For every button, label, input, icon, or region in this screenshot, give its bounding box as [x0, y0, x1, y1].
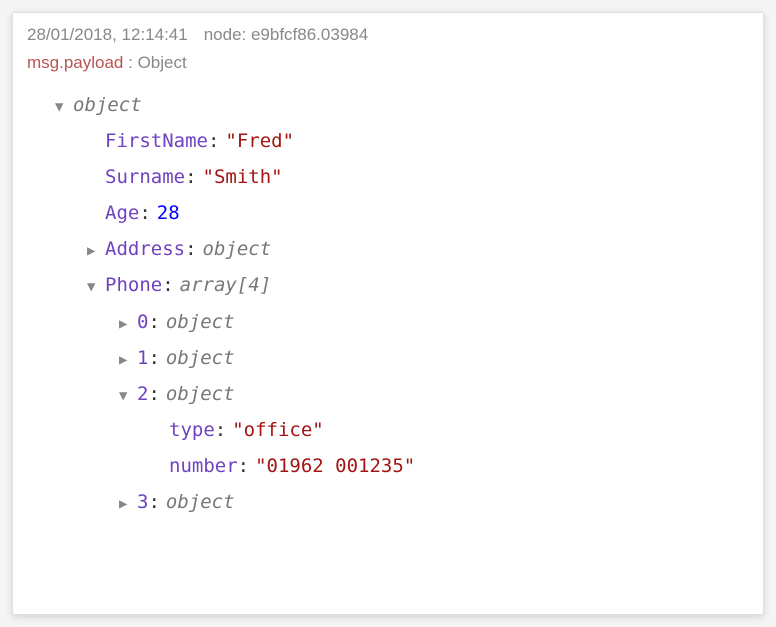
- caret-right-icon[interactable]: [119, 347, 137, 374]
- val-phone-type: array[4]: [180, 267, 272, 303]
- caret-right-icon[interactable]: [119, 311, 137, 338]
- key-surname: Surname: [105, 159, 185, 195]
- val-age: 28: [157, 195, 180, 231]
- val-surname: "Smith": [203, 159, 283, 195]
- caret-right-icon[interactable]: [87, 238, 105, 265]
- val-phone-2-type: object: [166, 376, 235, 412]
- tree-root[interactable]: object: [27, 87, 749, 123]
- val-phone-1-type: object: [166, 340, 235, 376]
- key-phone-2-type: type: [169, 412, 215, 448]
- key-address: Address: [105, 231, 185, 267]
- msg-path-line: msg.payload : Object: [27, 53, 749, 73]
- root-type-label: object: [73, 87, 142, 123]
- tree-row-phone-3[interactable]: 3: object: [27, 484, 749, 520]
- tree-row-phone-2-type[interactable]: type: "office": [27, 412, 749, 448]
- key-phone-2-number: number: [169, 448, 238, 484]
- msg-payload-type: Object: [138, 53, 187, 72]
- tree-row-phone[interactable]: Phone: array[4]: [27, 267, 749, 303]
- key-phone-1: 1: [137, 340, 148, 376]
- val-phone-2-type: "office": [232, 412, 324, 448]
- caret-down-icon[interactable]: [55, 94, 73, 121]
- debug-timestamp: 28/01/2018, 12:14:41: [27, 25, 188, 45]
- tree-row-phone-2-number[interactable]: number: "01962 001235": [27, 448, 749, 484]
- key-phone-3: 3: [137, 484, 148, 520]
- msg-path: msg.payload: [27, 53, 123, 72]
- tree-row-phone-2[interactable]: 2: object: [27, 376, 749, 412]
- tree-row-surname[interactable]: Surname: "Smith": [27, 159, 749, 195]
- tree-row-firstname[interactable]: FirstName: "Fred": [27, 123, 749, 159]
- val-phone-2-number: "01962 001235": [255, 448, 415, 484]
- val-address-type: object: [203, 231, 272, 267]
- caret-right-icon[interactable]: [119, 491, 137, 518]
- object-tree: object FirstName: "Fred" Surname: "Smith…: [27, 87, 749, 520]
- key-phone-2: 2: [137, 376, 148, 412]
- key-firstname: FirstName: [105, 123, 208, 159]
- tree-row-age[interactable]: Age: 28: [27, 195, 749, 231]
- caret-down-icon[interactable]: [87, 274, 105, 301]
- tree-row-phone-1[interactable]: 1: object: [27, 340, 749, 376]
- tree-row-address[interactable]: Address: object: [27, 231, 749, 267]
- key-phone-0: 0: [137, 304, 148, 340]
- debug-header: 28/01/2018, 12:14:41 node: e9bfcf86.0398…: [27, 25, 749, 45]
- msg-path-sep: :: [123, 53, 137, 72]
- key-phone: Phone: [105, 267, 162, 303]
- debug-node-id[interactable]: node: e9bfcf86.03984: [204, 25, 368, 45]
- val-phone-3-type: object: [166, 484, 235, 520]
- debug-message-panel: 28/01/2018, 12:14:41 node: e9bfcf86.0398…: [12, 12, 764, 615]
- val-phone-0-type: object: [166, 304, 235, 340]
- key-age: Age: [105, 195, 139, 231]
- val-firstname: "Fred": [225, 123, 294, 159]
- tree-row-phone-0[interactable]: 0: object: [27, 304, 749, 340]
- caret-down-icon[interactable]: [119, 383, 137, 410]
